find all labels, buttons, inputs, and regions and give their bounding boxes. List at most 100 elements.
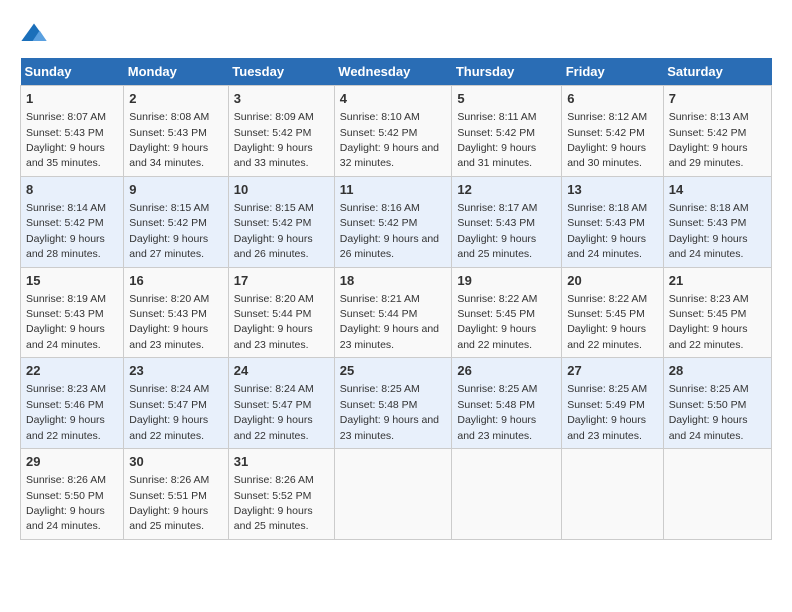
daylight-text: Daylight: 9 hours and 30 minutes. xyxy=(567,142,646,169)
sunset-text: Sunset: 5:43 PM xyxy=(669,217,747,229)
header-day-wednesday: Wednesday xyxy=(334,58,452,86)
sunrise-text: Sunrise: 8:26 AM xyxy=(129,474,209,486)
header-day-saturday: Saturday xyxy=(663,58,771,86)
day-number: 30 xyxy=(129,453,223,471)
sunset-text: Sunset: 5:48 PM xyxy=(457,399,535,411)
calendar-cell: 28Sunrise: 8:25 AMSunset: 5:50 PMDayligh… xyxy=(663,358,771,449)
day-number: 3 xyxy=(234,90,329,108)
sunset-text: Sunset: 5:42 PM xyxy=(26,217,104,229)
sunset-text: Sunset: 5:44 PM xyxy=(340,308,418,320)
day-number: 8 xyxy=(26,181,118,199)
daylight-text: Daylight: 9 hours and 23 minutes. xyxy=(234,323,313,350)
day-number: 9 xyxy=(129,181,223,199)
sunrise-text: Sunrise: 8:12 AM xyxy=(567,111,647,123)
sunset-text: Sunset: 5:42 PM xyxy=(340,127,418,139)
day-number: 27 xyxy=(567,362,658,380)
day-number: 20 xyxy=(567,272,658,290)
daylight-text: Daylight: 9 hours and 25 minutes. xyxy=(234,505,313,532)
sunrise-text: Sunrise: 8:24 AM xyxy=(129,383,209,395)
calendar-cell xyxy=(663,449,771,540)
calendar-cell: 31Sunrise: 8:26 AMSunset: 5:52 PMDayligh… xyxy=(228,449,334,540)
day-number: 16 xyxy=(129,272,223,290)
daylight-text: Daylight: 9 hours and 24 minutes. xyxy=(567,233,646,260)
sunset-text: Sunset: 5:49 PM xyxy=(567,399,645,411)
daylight-text: Daylight: 9 hours and 35 minutes. xyxy=(26,142,105,169)
day-number: 22 xyxy=(26,362,118,380)
daylight-text: Daylight: 9 hours and 22 minutes. xyxy=(457,323,536,350)
day-number: 2 xyxy=(129,90,223,108)
sunset-text: Sunset: 5:46 PM xyxy=(26,399,104,411)
daylight-text: Daylight: 9 hours and 23 minutes. xyxy=(340,414,439,441)
day-number: 15 xyxy=(26,272,118,290)
day-number: 19 xyxy=(457,272,556,290)
daylight-text: Daylight: 9 hours and 27 minutes. xyxy=(129,233,208,260)
calendar-cell: 9Sunrise: 8:15 AMSunset: 5:42 PMDaylight… xyxy=(124,176,229,267)
sunset-text: Sunset: 5:43 PM xyxy=(457,217,535,229)
daylight-text: Daylight: 9 hours and 24 minutes. xyxy=(669,414,748,441)
day-number: 17 xyxy=(234,272,329,290)
sunrise-text: Sunrise: 8:08 AM xyxy=(129,111,209,123)
header-day-monday: Monday xyxy=(124,58,229,86)
calendar-cell: 19Sunrise: 8:22 AMSunset: 5:45 PMDayligh… xyxy=(452,267,562,358)
calendar-cell: 25Sunrise: 8:25 AMSunset: 5:48 PMDayligh… xyxy=(334,358,452,449)
sunset-text: Sunset: 5:42 PM xyxy=(669,127,747,139)
calendar-cell: 8Sunrise: 8:14 AMSunset: 5:42 PMDaylight… xyxy=(21,176,124,267)
day-number: 1 xyxy=(26,90,118,108)
day-number: 18 xyxy=(340,272,447,290)
sunset-text: Sunset: 5:47 PM xyxy=(234,399,312,411)
sunset-text: Sunset: 5:50 PM xyxy=(26,490,104,502)
header-day-friday: Friday xyxy=(562,58,664,86)
sunrise-text: Sunrise: 8:23 AM xyxy=(26,383,106,395)
sunrise-text: Sunrise: 8:07 AM xyxy=(26,111,106,123)
sunrise-text: Sunrise: 8:18 AM xyxy=(669,202,749,214)
calendar-table: SundayMondayTuesdayWednesdayThursdayFrid… xyxy=(20,58,772,540)
day-number: 29 xyxy=(26,453,118,471)
calendar-cell: 3Sunrise: 8:09 AMSunset: 5:42 PMDaylight… xyxy=(228,86,334,177)
sunrise-text: Sunrise: 8:14 AM xyxy=(26,202,106,214)
sunrise-text: Sunrise: 8:13 AM xyxy=(669,111,749,123)
sunset-text: Sunset: 5:42 PM xyxy=(457,127,535,139)
calendar-cell: 13Sunrise: 8:18 AMSunset: 5:43 PMDayligh… xyxy=(562,176,664,267)
day-number: 13 xyxy=(567,181,658,199)
calendar-cell: 7Sunrise: 8:13 AMSunset: 5:42 PMDaylight… xyxy=(663,86,771,177)
day-number: 31 xyxy=(234,453,329,471)
day-number: 21 xyxy=(669,272,766,290)
day-number: 14 xyxy=(669,181,766,199)
daylight-text: Daylight: 9 hours and 34 minutes. xyxy=(129,142,208,169)
sunset-text: Sunset: 5:48 PM xyxy=(340,399,418,411)
sunset-text: Sunset: 5:43 PM xyxy=(129,127,207,139)
daylight-text: Daylight: 9 hours and 25 minutes. xyxy=(457,233,536,260)
calendar-cell: 2 Sunrise: 8:08 AM Sunset: 5:43 PM Daylight… xyxy=(124,86,229,177)
sunrise-text: Sunrise: 8:19 AM xyxy=(26,293,106,305)
calendar-cell xyxy=(562,449,664,540)
sunset-text: Sunset: 5:43 PM xyxy=(129,308,207,320)
sunrise-text: Sunrise: 8:24 AM xyxy=(234,383,314,395)
calendar-cell: 23Sunrise: 8:24 AMSunset: 5:47 PMDayligh… xyxy=(124,358,229,449)
sunrise-text: Sunrise: 8:21 AM xyxy=(340,293,420,305)
sunrise-text: Sunrise: 8:15 AM xyxy=(129,202,209,214)
calendar-cell: 21Sunrise: 8:23 AMSunset: 5:45 PMDayligh… xyxy=(663,267,771,358)
sunrise-text: Sunrise: 8:11 AM xyxy=(457,111,536,123)
calendar-cell: 6Sunrise: 8:12 AMSunset: 5:42 PMDaylight… xyxy=(562,86,664,177)
sunset-text: Sunset: 5:45 PM xyxy=(669,308,747,320)
calendar-week-1: 1 Sunrise: 8:07 AM Sunset: 5:43 PM Daylight… xyxy=(21,86,772,177)
sunset-text: Sunset: 5:42 PM xyxy=(234,217,312,229)
calendar-cell: 26Sunrise: 8:25 AMSunset: 5:48 PMDayligh… xyxy=(452,358,562,449)
calendar-cell: 4Sunrise: 8:10 AMSunset: 5:42 PMDaylight… xyxy=(334,86,452,177)
calendar-cell xyxy=(452,449,562,540)
sunrise-text: Sunrise: 8:26 AM xyxy=(234,474,314,486)
daylight-text: Daylight: 9 hours and 32 minutes. xyxy=(340,142,439,169)
sunset-text: Sunset: 5:43 PM xyxy=(567,217,645,229)
sunset-text: Sunset: 5:43 PM xyxy=(26,308,104,320)
sunset-text: Sunset: 5:45 PM xyxy=(567,308,645,320)
calendar-cell: 27Sunrise: 8:25 AMSunset: 5:49 PMDayligh… xyxy=(562,358,664,449)
calendar-body: 1 Sunrise: 8:07 AM Sunset: 5:43 PM Daylight… xyxy=(21,86,772,540)
daylight-text: Daylight: 9 hours and 29 minutes. xyxy=(669,142,748,169)
calendar-header: SundayMondayTuesdayWednesdayThursdayFrid… xyxy=(21,58,772,86)
day-number: 12 xyxy=(457,181,556,199)
calendar-cell: 17Sunrise: 8:20 AMSunset: 5:44 PMDayligh… xyxy=(228,267,334,358)
daylight-text: Daylight: 9 hours and 23 minutes. xyxy=(457,414,536,441)
day-number: 10 xyxy=(234,181,329,199)
daylight-text: Daylight: 9 hours and 33 minutes. xyxy=(234,142,313,169)
calendar-cell: 24Sunrise: 8:24 AMSunset: 5:47 PMDayligh… xyxy=(228,358,334,449)
